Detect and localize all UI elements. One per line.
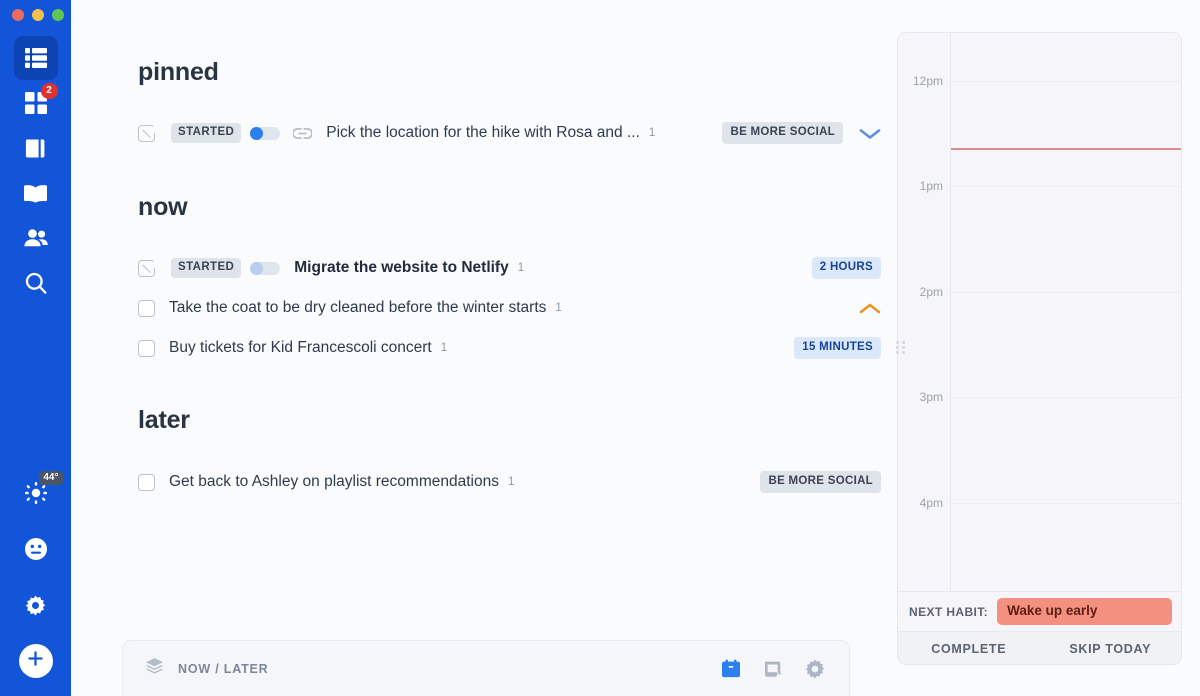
- search-icon: [25, 272, 47, 294]
- mood-neutral-icon: [24, 537, 48, 561]
- sidebar-nav-bottom: 44°: [14, 471, 63, 696]
- calendar-panel: 12pm 1pm 2pm 3pm 4pm NEXT HABIT: Wake up ear…: [897, 32, 1182, 665]
- bottom-bar-icons: [721, 659, 825, 679]
- minimize-window-button[interactable]: [32, 9, 44, 21]
- weather-temperature-badge: 44°: [39, 471, 63, 485]
- calendar-hour-line: [951, 292, 1181, 293]
- calendar-hour-line: [951, 397, 1181, 398]
- sidebar-item-weather[interactable]: 44°: [14, 471, 63, 515]
- task-checkbox[interactable]: [138, 259, 155, 277]
- people-icon: [23, 229, 48, 247]
- task-row[interactable]: STARTED Migrate the website to Netlify 1 2 …: [138, 248, 897, 288]
- calendar-hour-label: 12pm: [912, 74, 943, 88]
- sidebar-item-people[interactable]: [14, 216, 58, 260]
- next-habit-row: NEXT HABIT: Wake up early: [898, 591, 1181, 631]
- task-checkbox[interactable]: [138, 299, 155, 317]
- task-tag-badge[interactable]: BE MORE SOCIAL: [722, 122, 843, 144]
- boards-notification-badge: 2: [40, 83, 58, 99]
- task-section: now: [71, 193, 897, 222]
- note-scroll-icon[interactable]: [763, 659, 783, 679]
- habit-complete-button[interactable]: COMPLETE: [898, 642, 1040, 656]
- task-title: Take the coat to be dry cleaned before t…: [169, 299, 547, 316]
- task-title: Pick the location for the hike with Rosa…: [326, 124, 640, 141]
- sidebar-item-settings[interactable]: [14, 583, 58, 627]
- section-title: pinned: [138, 58, 219, 86]
- task-checkbox[interactable]: [138, 124, 155, 142]
- app-window: 2 44° pinned STARTED Pick the location f…: [0, 0, 1200, 696]
- current-time-line: [951, 148, 1181, 150]
- task-title: Buy tickets for Kid Francescoli concert: [169, 339, 432, 356]
- toggle-knob: [250, 261, 264, 275]
- task-toggle[interactable]: [250, 261, 281, 275]
- sidebar-item-notes[interactable]: [14, 126, 58, 170]
- chevron-up-icon[interactable]: [859, 302, 881, 315]
- gear-icon[interactable]: [805, 659, 825, 679]
- task-row[interactable]: Buy tickets for Kid Francescoli concert 1…: [138, 328, 897, 368]
- calendar-hour-label: 4pm: [919, 496, 943, 510]
- task-row[interactable]: Take the coat to be dry cleaned before t…: [138, 288, 897, 328]
- task-time-badge[interactable]: 2 HOURS: [811, 257, 881, 279]
- link-icon[interactable]: [293, 127, 313, 140]
- task-count: 1: [517, 262, 525, 274]
- task-status-badge: STARTED: [171, 123, 242, 143]
- calendar-hour-line: [951, 186, 1181, 187]
- calendar-hour-line: [951, 81, 1181, 82]
- add-task-button[interactable]: [18, 644, 53, 678]
- task-row[interactable]: Get back to Ashley on playlist recommend…: [138, 462, 897, 502]
- layers-icon: [145, 657, 164, 681]
- task-count: 1: [440, 342, 448, 354]
- list-view-icon: [24, 48, 47, 68]
- task-section: later: [71, 406, 897, 435]
- task-title: Get back to Ashley on playlist recommend…: [169, 473, 499, 490]
- bottom-bar-label: NOW / LATER: [178, 661, 269, 676]
- calendar-hour-line: [951, 503, 1181, 504]
- task-time-badge[interactable]: 15 MINUTES: [794, 337, 881, 359]
- task-tag-badge[interactable]: BE MORE SOCIAL: [760, 471, 881, 493]
- zoom-window-button[interactable]: [52, 9, 64, 21]
- next-habit-label: NEXT HABIT:: [909, 604, 989, 619]
- habit-actions: COMPLETE SKIP TODAY: [898, 631, 1182, 664]
- section-title: later: [138, 406, 190, 434]
- calendar-hour-label: 3pm: [919, 390, 943, 404]
- next-habit-chip[interactable]: Wake up early: [997, 598, 1172, 625]
- open-book-icon: [24, 184, 47, 203]
- sidebar-item-search[interactable]: [14, 261, 58, 305]
- calendar-hour-label: 1pm: [919, 179, 943, 193]
- sidebar-nav-top: 2: [13, 36, 58, 305]
- task-status-badge: STARTED: [171, 258, 242, 278]
- section-title: now: [138, 193, 188, 221]
- chevron-down-icon[interactable]: [859, 127, 881, 140]
- calendar-grid[interactable]: 12pm 1pm 2pm 3pm 4pm: [898, 33, 1181, 591]
- habit-skip-button[interactable]: SKIP TODAY: [1040, 642, 1182, 656]
- task-count: 1: [648, 127, 656, 139]
- bottom-bar[interactable]: NOW / LATER: [122, 640, 850, 696]
- sidebar-item-mood[interactable]: [14, 527, 58, 571]
- task-title: Migrate the website to Netlify: [294, 259, 509, 276]
- notebook-icon: [25, 138, 46, 159]
- task-checkbox[interactable]: [138, 339, 155, 357]
- task-checkbox[interactable]: [138, 473, 155, 491]
- sidebar-item-journal[interactable]: [14, 171, 58, 215]
- task-row[interactable]: STARTED Pick the location for the hike wi…: [138, 113, 897, 153]
- task-count: 1: [507, 476, 515, 488]
- task-section: pinned: [71, 58, 897, 87]
- sidebar: 2 44°: [0, 0, 71, 696]
- window-traffic-lights: [2, 9, 64, 21]
- main-content: pinned STARTED Pick the location for the h…: [71, 0, 897, 696]
- toggle-knob: [250, 126, 264, 140]
- gear-icon: [25, 595, 46, 616]
- plus-icon: [26, 649, 45, 673]
- calendar-hour-label: 2pm: [919, 285, 943, 299]
- close-window-button[interactable]: [12, 9, 24, 21]
- calendar-icon[interactable]: [721, 659, 741, 679]
- sidebar-item-boards[interactable]: 2: [14, 81, 58, 125]
- panel-resize-handle[interactable]: [896, 341, 908, 357]
- task-count: 1: [555, 302, 562, 314]
- task-toggle[interactable]: [250, 126, 281, 140]
- sidebar-item-tasks[interactable]: [13, 36, 58, 80]
- sun-icon: [24, 482, 47, 504]
